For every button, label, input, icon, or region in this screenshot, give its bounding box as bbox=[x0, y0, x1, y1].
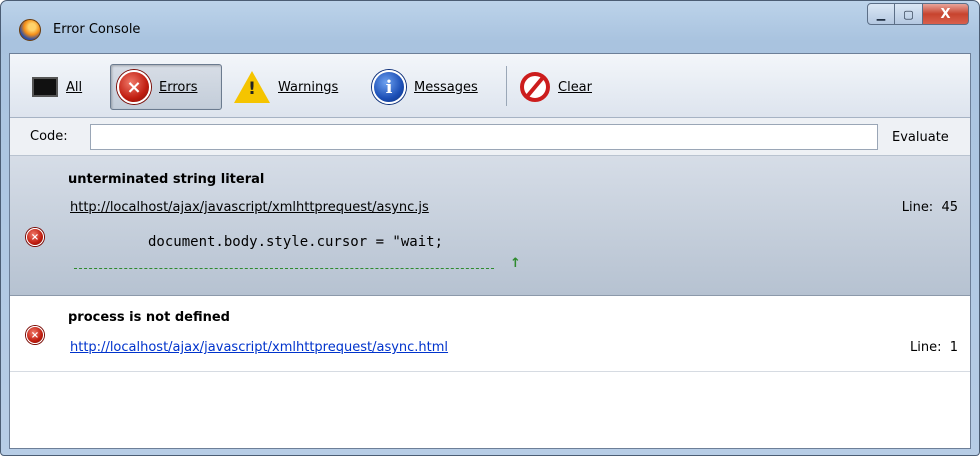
error-list: × unterminated string literal http://loc… bbox=[10, 156, 970, 448]
warning-icon: ! bbox=[234, 71, 270, 103]
close-button[interactable]: X bbox=[923, 3, 969, 25]
error-source-code: document.body.style.cursor = "wait; bbox=[148, 234, 444, 250]
filter-messages-button[interactable]: i Messages bbox=[366, 64, 484, 110]
filter-warnings-label: Warnings bbox=[278, 79, 339, 95]
error-source-link[interactable]: http://localhost/ajax/javascript/xmlhttp… bbox=[70, 340, 448, 355]
error-source-link[interactable]: http://localhost/ajax/javascript/xmlhttp… bbox=[70, 200, 429, 215]
filter-messages-label: Messages bbox=[414, 79, 478, 95]
toolbar-separator bbox=[506, 66, 507, 106]
error-entry[interactable]: × unterminated string literal http://loc… bbox=[10, 156, 970, 296]
error-console-window: Error Console ▁ ▢ X All × Errors ! Warni… bbox=[0, 0, 980, 456]
error-line-number: Line: 1 bbox=[909, 340, 958, 355]
error-icon: × bbox=[26, 228, 44, 246]
console-all-icon bbox=[32, 77, 58, 97]
clear-button[interactable]: Clear bbox=[514, 64, 598, 110]
code-bar: Code: Evaluate bbox=[10, 118, 970, 156]
filter-warnings-button[interactable]: ! Warnings bbox=[228, 64, 344, 110]
warning-mark: ! bbox=[248, 79, 256, 99]
evaluate-button[interactable]: Evaluate bbox=[886, 122, 970, 152]
filter-all-button[interactable]: All bbox=[26, 64, 88, 110]
error-icon: × bbox=[117, 70, 151, 104]
filter-toolbar: All × Errors ! Warnings i Messages Clear bbox=[10, 54, 970, 118]
error-position-underline bbox=[74, 268, 494, 269]
window-title: Error Console bbox=[53, 22, 141, 37]
error-line-number: Line: 45 bbox=[901, 200, 958, 215]
error-position-caret: ↑ bbox=[510, 256, 521, 271]
title-bar[interactable]: Error Console ▁ ▢ X bbox=[1, 1, 979, 55]
minimize-button[interactable]: ▁ bbox=[867, 3, 895, 25]
error-message: unterminated string literal bbox=[68, 172, 265, 187]
maximize-button[interactable]: ▢ bbox=[895, 3, 923, 25]
code-label: Code: bbox=[30, 129, 68, 144]
clear-icon bbox=[520, 72, 550, 102]
window-controls: ▁ ▢ X bbox=[867, 3, 969, 25]
error-message: process is not defined bbox=[68, 310, 230, 325]
error-icon: × bbox=[26, 326, 44, 344]
console-body: All × Errors ! Warnings i Messages Clear bbox=[9, 53, 971, 449]
info-icon: i bbox=[372, 70, 406, 104]
firefox-icon bbox=[19, 19, 41, 41]
error-entry[interactable]: × process is not defined http://localhos… bbox=[10, 296, 970, 372]
filter-all-label: All bbox=[66, 79, 83, 95]
code-input[interactable] bbox=[90, 124, 878, 150]
filter-errors-label: Errors bbox=[159, 79, 198, 95]
filter-errors-button[interactable]: × Errors bbox=[110, 64, 222, 110]
clear-label: Clear bbox=[558, 79, 592, 95]
